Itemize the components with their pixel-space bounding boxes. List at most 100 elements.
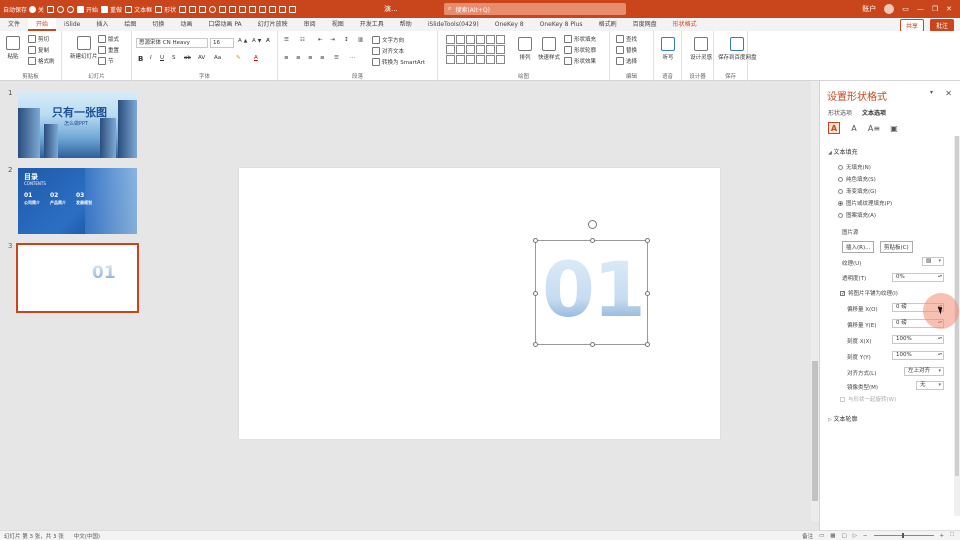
alignment-dropdown[interactable]: 左上对齐 xyxy=(904,367,944,376)
resize-handle[interactable] xyxy=(533,342,538,347)
zoom-out-button[interactable]: − xyxy=(863,533,868,539)
notes-button[interactable]: 备注 xyxy=(802,532,813,540)
tab-view[interactable]: 视图 xyxy=(324,18,352,31)
justify-icon[interactable]: ≡ xyxy=(320,55,325,61)
qa-icon-8[interactable] xyxy=(249,5,257,13)
slide-number-text[interactable]: 01 xyxy=(542,245,646,335)
align-left-icon[interactable]: ≡ xyxy=(284,55,289,61)
section-text-outline[interactable]: 文本轮廓 xyxy=(828,414,857,423)
qa-start-button[interactable]: 开始 xyxy=(77,5,98,14)
bullets-icon[interactable]: ☰ xyxy=(284,37,289,43)
zoom-in-button[interactable]: + xyxy=(940,533,945,539)
account-name[interactable]: 账户 xyxy=(862,4,876,14)
slide[interactable]: 01 xyxy=(239,168,720,439)
replace-button[interactable]: 替换 xyxy=(616,46,637,54)
copy-button[interactable]: 复制 xyxy=(28,46,49,54)
scale-x-input[interactable]: 100% xyxy=(892,335,944,344)
selected-textbox[interactable]: 01 xyxy=(533,220,650,347)
tab-islide[interactable]: iSlide xyxy=(56,18,88,31)
radio-pattern-fill[interactable]: 图案填充(A) xyxy=(838,211,876,219)
scrollbar-thumb[interactable] xyxy=(812,361,818,501)
search-box[interactable]: ⌕ 搜索(Alt+Q) xyxy=(444,3,626,15)
autosave-toggle[interactable]: 自动保存关 xyxy=(3,5,44,14)
resize-handle[interactable] xyxy=(590,342,595,347)
font-size-combo[interactable]: 16 xyxy=(210,38,234,48)
qa-icon-7[interactable] xyxy=(239,5,247,13)
qa-icon-4[interactable] xyxy=(209,5,217,13)
shape-outline-button[interactable]: 形状轮廓 xyxy=(564,46,596,54)
clipboard-button[interactable]: 剪贴板(C) xyxy=(880,241,913,253)
decrease-font-icon[interactable]: A ▼ xyxy=(252,38,261,44)
strikethrough-icon[interactable]: ab xyxy=(184,55,191,61)
resize-handle[interactable] xyxy=(645,342,650,347)
quick-styles-button[interactable]: 快速样式 xyxy=(538,37,560,61)
rotate-handle-icon[interactable] xyxy=(588,220,597,229)
textbox-icon[interactable]: A≡ xyxy=(868,122,880,134)
qa-icon-10[interactable] xyxy=(269,5,277,13)
picture-icon[interactable]: ▣ xyxy=(888,122,900,134)
text-effects-icon[interactable]: A xyxy=(848,122,860,134)
tab-developer[interactable]: 开发工具 xyxy=(352,18,392,31)
shape-fill-button[interactable]: 形状填充 xyxy=(564,35,596,43)
text-fill-outline-icon[interactable]: A xyxy=(828,122,840,134)
close-icon[interactable]: ✕ xyxy=(945,89,952,98)
dictate-button[interactable]: 听写 xyxy=(661,37,675,61)
resize-handle[interactable] xyxy=(645,291,650,296)
qa-shapes-button[interactable]: 形状 xyxy=(155,5,176,14)
section-button[interactable]: 节 xyxy=(98,57,114,65)
columns-icon[interactable]: ▥ xyxy=(358,37,363,43)
qa-icon-2[interactable] xyxy=(189,5,197,13)
close-button[interactable]: ✕ xyxy=(946,5,952,13)
reading-view-icon[interactable]: ▢ xyxy=(841,533,846,539)
qa-icon-11[interactable] xyxy=(279,5,287,13)
format-painter-button[interactable]: 格式刷 xyxy=(28,57,55,65)
tab-transitions[interactable]: 切换 xyxy=(144,18,172,31)
tab-file[interactable]: 文件 xyxy=(0,18,28,31)
zoom-slider[interactable] xyxy=(873,533,934,538)
save-baidu-button[interactable]: 保存到百度网盘 xyxy=(718,37,757,61)
canvas-scrollbar[interactable] xyxy=(811,81,819,521)
qa-icon-5[interactable] xyxy=(219,5,227,13)
increase-font-icon[interactable]: A ▲ xyxy=(238,38,247,44)
qa-icon-9[interactable] xyxy=(259,5,267,13)
highlight-icon[interactable]: ✎ xyxy=(236,55,241,61)
texture-dropdown[interactable]: ▨ xyxy=(922,257,944,266)
tab-review[interactable]: 审阅 xyxy=(296,18,324,31)
tab-home[interactable]: 开始 xyxy=(28,18,57,31)
radio-gradient-fill[interactable]: 渐变填充(G) xyxy=(838,187,877,195)
align-center-icon[interactable]: ≡ xyxy=(296,55,301,61)
shape-effects-button[interactable]: 形状效果 xyxy=(564,57,596,65)
font-name-combo[interactable]: 思源宋体 CN Heavy xyxy=(136,38,208,48)
tab-shape-format[interactable]: 形状格式 xyxy=(665,18,705,31)
char-spacing-icon[interactable]: AV xyxy=(198,55,205,61)
align-right-icon[interactable]: ≡ xyxy=(308,55,313,61)
bold-icon[interactable]: B xyxy=(138,55,143,63)
resize-handle[interactable] xyxy=(533,291,538,296)
text-direction-button[interactable]: 文字方向 xyxy=(372,36,404,44)
tab-animations[interactable]: 动画 xyxy=(172,18,200,31)
cut-button[interactable]: 剪切 xyxy=(28,35,49,43)
qa-icon-1[interactable] xyxy=(179,5,187,13)
transparency-input[interactable]: 0% xyxy=(892,273,944,282)
find-button[interactable]: 查找 xyxy=(616,35,637,43)
tab-shape-options[interactable]: 形状选项 xyxy=(828,108,852,117)
designer-button[interactable]: 设计灵感 xyxy=(690,37,712,61)
tab-insert[interactable]: 插入 xyxy=(88,18,116,31)
line-spacing-icon[interactable]: ↕ xyxy=(344,37,349,43)
fit-slide-icon[interactable]: ⛶ xyxy=(950,532,954,539)
tab-slideshow[interactable]: 幻灯片放映 xyxy=(250,18,296,31)
resize-handle[interactable] xyxy=(645,238,650,243)
insert-picture-button[interactable]: 插入(R)... xyxy=(842,241,875,253)
shapes-gallery[interactable] xyxy=(446,35,508,65)
resize-handle[interactable] xyxy=(590,238,595,243)
qa-icon-6[interactable] xyxy=(229,5,237,13)
tab-format-painter[interactable]: 格式刷 xyxy=(591,18,625,31)
qa-textbox-button[interactable]: 文本框 xyxy=(125,5,152,14)
avatar[interactable] xyxy=(884,4,895,14)
tab-help[interactable]: 帮助 xyxy=(392,18,420,31)
mirror-dropdown[interactable]: 无 xyxy=(916,381,944,390)
layout-button[interactable]: 版式 xyxy=(98,35,119,43)
radio-solid-fill[interactable]: 纯色填充(S) xyxy=(838,175,876,183)
column-spacing-icon[interactable]: ⋯ xyxy=(350,55,356,61)
slide-thumbnail-3[interactable]: 01 xyxy=(16,243,139,313)
